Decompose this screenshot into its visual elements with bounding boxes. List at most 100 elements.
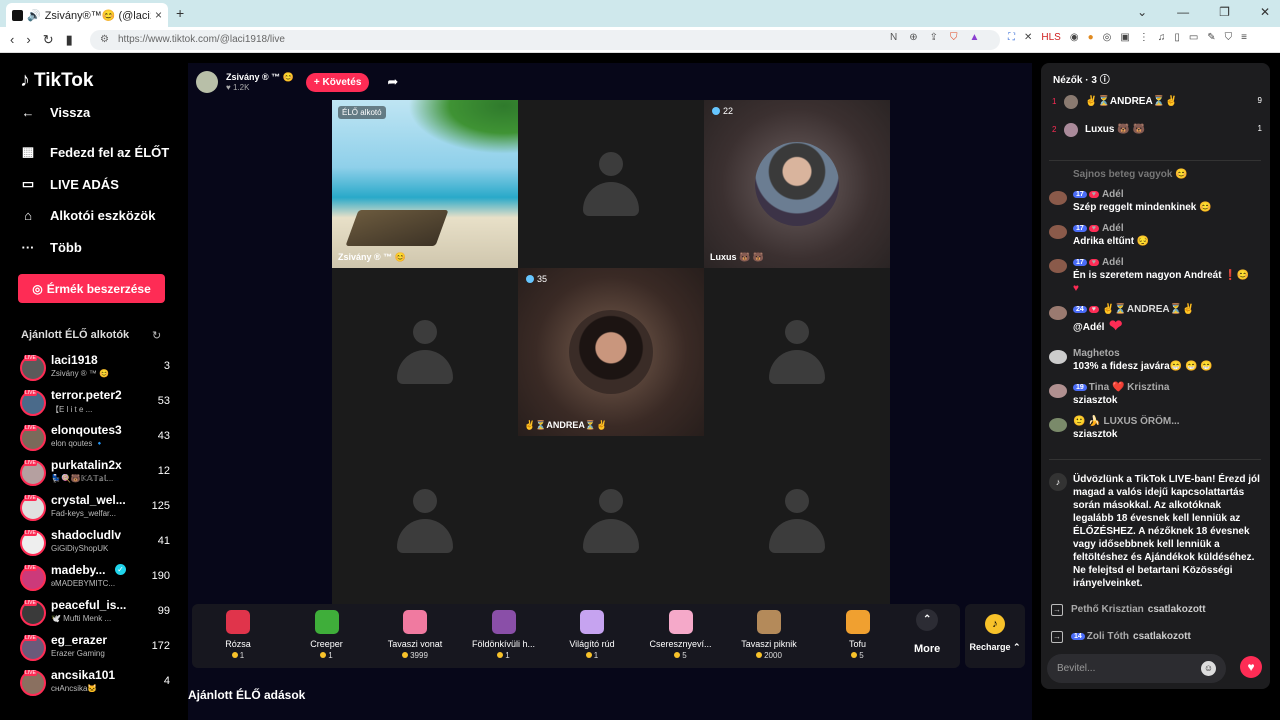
speaker-icon: 🔊 xyxy=(27,9,41,22)
share-icon[interactable]: ➦ xyxy=(387,74,398,90)
vpn-shield-icon[interactable]: ⛉ xyxy=(1225,32,1233,43)
gift-icon xyxy=(845,610,870,634)
creator-item[interactable]: ancsika101 ᴄʜAncsika🐱 4 xyxy=(20,668,170,700)
viewer-row[interactable]: 2 Luxus 🐻 🐻 1 xyxy=(1052,123,1262,141)
page-scrollbar[interactable] xyxy=(1272,53,1280,720)
gift-item[interactable]: Világító rúd 1 xyxy=(552,610,632,660)
extension-pin-icon[interactable]: ✕ xyxy=(1024,32,1032,43)
avatar xyxy=(20,390,46,416)
gift-item[interactable]: Földönkívüli h... 1 xyxy=(464,610,544,660)
sidebar-icon[interactable]: ▯ xyxy=(1174,32,1180,43)
emoji-icon[interactable]: ☺ xyxy=(1201,661,1216,676)
nav-label: LIVE ADÁS xyxy=(50,176,119,192)
minimize-icon[interactable]: — xyxy=(1177,5,1189,19)
recharge-button[interactable]: ♪ Recharge ⌃ xyxy=(965,604,1025,668)
new-tab-button[interactable]: + xyxy=(176,5,184,21)
gift-item[interactable]: Rózsa 1 xyxy=(198,610,278,660)
like-heart-button[interactable]: ♥ xyxy=(1240,656,1262,678)
address-bar-row: ‹ › ↻ ▮ ⚙ https://www.tiktok.com/@laci19… xyxy=(0,27,1280,53)
extension-shield-icon[interactable]: ◎ xyxy=(1103,32,1112,43)
gift-name: Világító rúd xyxy=(569,639,615,649)
creator-item[interactable]: shadocludlv GiGiDiyShopUK 41 xyxy=(20,528,170,560)
creator-item[interactable]: madeby... ✓ ʚMADEBYMITC... 190 xyxy=(20,563,170,595)
gift-price: 1 xyxy=(552,651,632,660)
nav-creator-tools[interactable]: ⌂ Alkotói eszközök xyxy=(20,208,155,223)
follow-button[interactable]: + Követés xyxy=(305,72,370,92)
gift-item[interactable]: Tavaszi piknik 2000 xyxy=(729,610,809,660)
gift-icon xyxy=(403,610,427,634)
creator-nickname: 【E l i t e ... xyxy=(51,405,93,414)
back-icon[interactable]: ‹ xyxy=(10,32,14,48)
person-placeholder-icon xyxy=(397,320,453,384)
gift-item[interactable]: Creeper 1 xyxy=(287,610,367,660)
gift-item[interactable]: Cseresznyeví... 5 xyxy=(641,610,721,660)
media-icon[interactable]: ♫ xyxy=(1158,32,1166,43)
nav-explore-live[interactable]: ▦ Fedezd fel az ÉLŐT xyxy=(20,144,169,160)
zoom-icon[interactable]: ⊕ xyxy=(909,32,917,43)
welcome-text: Üdvözlünk a TikTok LIVE-ban! Érezd jól m… xyxy=(1073,474,1260,589)
empty-slot[interactable] xyxy=(518,100,704,268)
avatar xyxy=(1064,123,1078,137)
menu-icon[interactable]: ≡ xyxy=(1241,32,1247,43)
beach-chair xyxy=(345,210,449,246)
bookmark-icon[interactable]: ▮ xyxy=(66,32,73,48)
empty-slot[interactable] xyxy=(704,268,890,436)
extension-color-icon[interactable]: ● xyxy=(1088,32,1094,43)
creator-item[interactable]: laci1918 Zsivány ® ™ 😊 3 xyxy=(20,353,170,385)
share-page-icon[interactable]: ⇪ xyxy=(930,32,938,43)
info-icon[interactable]: ⓘ xyxy=(1100,75,1110,86)
wallet-icon[interactable]: ▭ xyxy=(1189,32,1198,43)
chat-text: sziasztok xyxy=(1073,429,1118,440)
translate-off-icon[interactable]: N xyxy=(890,32,897,43)
chat-author: 24 ♥ ✌️⏳ANDREA⏳✌️ xyxy=(1073,304,1195,315)
empty-slot[interactable] xyxy=(704,436,890,605)
forward-icon[interactable]: › xyxy=(26,32,30,48)
creator-item[interactable]: terror.peter2 【E l i t e ... 53 xyxy=(20,388,170,420)
refresh-icon[interactable]: ↻ xyxy=(152,329,161,342)
empty-slot[interactable] xyxy=(332,268,518,436)
extension-hls-icon[interactable]: HLS xyxy=(1041,32,1060,43)
person-placeholder-icon xyxy=(583,152,639,216)
extension-box-icon[interactable]: ▣ xyxy=(1120,32,1129,43)
extension-vpn-icon[interactable]: ◉ xyxy=(1070,32,1079,43)
tiktok-logo[interactable]: ♪ TikTok xyxy=(20,69,93,92)
close-tab-icon[interactable]: × xyxy=(155,8,162,22)
url-field[interactable]: ⚙ https://www.tiktok.com/@laci1918/live xyxy=(90,30,1000,50)
creator-item[interactable]: purkatalin2x 💺🍭🐻𝕂𝔸𝕋𝕒𝕝... 12 xyxy=(20,458,170,490)
creator-item[interactable]: crystal_wel... Fad-keys_welfar... 125 xyxy=(20,493,170,525)
host-video[interactable]: ÉLŐ alkotó Zsivány ® ™ 😊 xyxy=(332,100,518,268)
extension-translate-icon[interactable]: ⛶ xyxy=(1008,32,1015,43)
get-coins-button[interactable]: ◎ Érmék beszerzése xyxy=(18,274,165,303)
rewards-icon[interactable]: ▲ xyxy=(970,32,980,43)
viewer-count: 12 xyxy=(157,465,170,477)
empty-slot[interactable] xyxy=(332,436,518,605)
nav-more[interactable]: ··· Több xyxy=(20,240,82,255)
host-name[interactable]: Zsivány ® ™ 😊 xyxy=(226,72,294,83)
reload-icon[interactable]: ↻ xyxy=(43,32,54,48)
viewer-row[interactable]: 1 ✌️⏳ANDREA⏳✌️ 9 xyxy=(1052,95,1262,113)
site-info-icon[interactable]: ⚙ xyxy=(100,34,109,45)
close-window-icon[interactable]: ✕ xyxy=(1260,5,1270,19)
back-link[interactable]: ← Vissza xyxy=(20,105,91,120)
extension-dots-icon[interactable]: ⋮ xyxy=(1139,32,1149,43)
restore-icon[interactable]: ❐ xyxy=(1219,5,1230,19)
host-bar: Zsivány ® ™ 😊 ♥ 1.2K + Követés ➦ xyxy=(196,71,398,93)
gift-name: Tofu xyxy=(848,639,866,649)
guest-video[interactable]: 22 Luxus 🐻 🐻 xyxy=(704,100,890,268)
brave-shield-icon[interactable]: ⛉ xyxy=(950,32,958,43)
guest-video[interactable]: 35 ✌️⏳ANDREA⏳✌️ xyxy=(518,268,704,436)
chat-input[interactable]: Bevitel... ☺ xyxy=(1047,654,1226,683)
tab-list-icon[interactable]: ⌄ xyxy=(1137,5,1147,19)
browser-tab[interactable]: 🔊 Zsivány®™😊 (@laci1918) É × xyxy=(6,3,168,27)
more-gifts-button[interactable]: ⌃ More xyxy=(914,609,940,655)
nav-live[interactable]: ▭ LIVE ADÁS xyxy=(20,176,119,192)
creator-item[interactable]: eg_erazer Erazer Gaming 172 xyxy=(20,633,170,665)
creator-item[interactable]: elonqoutes3 elon qoutes 🔹 43 xyxy=(20,423,170,455)
creator-item[interactable]: peaceful_is... 🕊️ Mufti Menk ... 99 xyxy=(20,598,170,630)
empty-slot[interactable] xyxy=(518,436,704,605)
heart-sticker-icon: ❤ xyxy=(1109,318,1123,335)
host-avatar[interactable] xyxy=(196,71,218,93)
gift-item[interactable]: Tofu 5 xyxy=(818,610,898,660)
gift-item[interactable]: Tavaszi vonat 3999 xyxy=(375,610,455,660)
extensions-icon[interactable]: ✎ xyxy=(1207,32,1215,43)
